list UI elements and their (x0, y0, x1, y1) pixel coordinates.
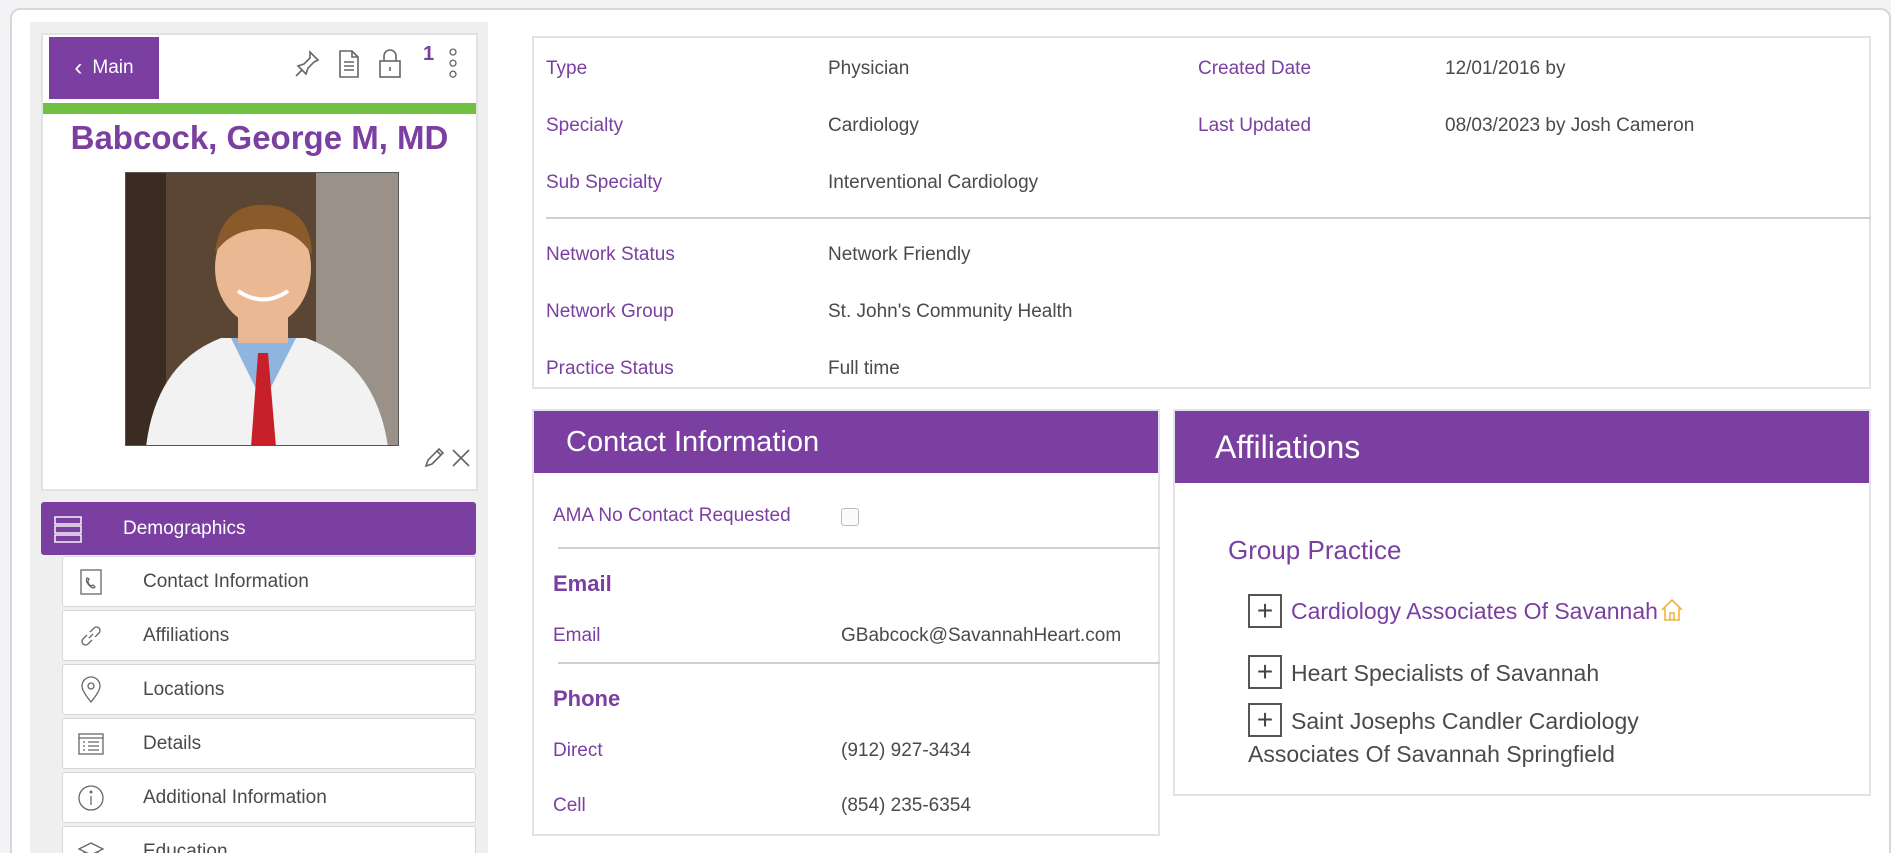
direct-phone-value[interactable]: (912) 927-3434 (841, 740, 971, 762)
created-date-label: Created Date (1198, 58, 1312, 79)
sidebar-item-label: Demographics (123, 517, 246, 539)
phone-book-icon (80, 568, 102, 595)
created-date-value: 12/01/2016 by (1445, 58, 1566, 79)
group-practice-heading: Group Practice (1228, 535, 1402, 565)
last-updated-value: 08/03/2023 by Josh Cameron (1445, 115, 1695, 136)
expand-plus-icon[interactable]: + (1248, 703, 1282, 737)
email-heading: Email (553, 571, 612, 596)
divider (558, 662, 1160, 664)
info-icon (78, 784, 104, 811)
phone-heading: Phone (553, 686, 621, 711)
affiliations-section-header: Affiliations (1175, 411, 1869, 483)
sidebar-item-additional-information[interactable]: Additional Information (62, 772, 476, 823)
sidebar-item-education[interactable]: Education (62, 826, 476, 853)
expand-plus-icon[interactable]: + (1248, 655, 1282, 689)
status-bar (43, 103, 476, 114)
back-button-label: Main (92, 57, 134, 78)
sidebar-item-contact-information[interactable]: Contact Information (62, 556, 476, 607)
document-icon[interactable] (334, 47, 364, 81)
lock-count-badge: 1 (423, 43, 435, 65)
specialty-value: Cardiology (828, 115, 919, 136)
cell-phone-label: Cell (553, 795, 586, 816)
left-panel: ‹ Main 1 Babcock, George M, MD Demograph… (30, 22, 488, 853)
edit-pencil-icon[interactable] (423, 447, 445, 469)
network-status-label: Network Status (546, 244, 675, 265)
sidebar-item-locations[interactable]: Locations (62, 664, 476, 715)
graduation-cap-icon (77, 841, 105, 853)
profile-card: ‹ Main 1 Babcock, George M, MD (41, 33, 478, 491)
more-options-icon[interactable] (443, 47, 463, 81)
physician-photo (125, 172, 399, 446)
map-pin-icon (81, 675, 101, 703)
type-value: Physician (828, 58, 910, 79)
network-group-label: Network Group (546, 301, 674, 322)
sidebar-item-demographics[interactable]: Demographics (41, 502, 476, 555)
email-value[interactable]: GBabcock@SavannahHeart.com (841, 625, 1121, 647)
expand-plus-icon[interactable]: + (1248, 594, 1282, 628)
network-group-value: St. John's Community Health (828, 301, 1073, 322)
home-icon (1661, 598, 1683, 621)
affiliations-panel: Affiliations Group Practice + Cardiology… (1173, 409, 1871, 796)
network-status-value: Network Friendly (828, 244, 971, 265)
sidebar-item-label: Locations (143, 678, 225, 700)
divider (546, 217, 1871, 219)
direct-phone-label: Direct (553, 740, 603, 761)
practice-status-label: Practice Status (546, 358, 674, 379)
email-label: Email (553, 625, 601, 646)
sidebar-item-label: Details (143, 732, 202, 754)
sidebar-item-affiliations[interactable]: Affiliations (62, 610, 476, 661)
lock-icon[interactable] (375, 47, 405, 81)
main-back-button[interactable]: ‹ Main (49, 37, 159, 99)
ama-no-contact-label: AMA No Contact Requested (553, 505, 791, 526)
practice-status-value: Full time (828, 358, 900, 379)
sidebar-item-details[interactable]: Details (62, 718, 476, 769)
sidebar-item-label: Additional Information (143, 786, 327, 808)
chevron-left-icon: ‹ (74, 54, 83, 81)
sidebar-item-label: Contact Information (143, 570, 309, 592)
sidebar-item-label: Education (143, 840, 228, 853)
link-icon (81, 625, 101, 646)
remove-photo-icon[interactable] (450, 447, 472, 469)
cell-phone-value[interactable]: (854) 235-6354 (841, 795, 971, 817)
ama-no-contact-checkbox[interactable] (841, 508, 859, 526)
affiliation-item[interactable]: Heart Specialists of Savannah (1291, 660, 1599, 687)
type-label: Type (546, 58, 588, 79)
last-updated-label: Last Updated (1198, 115, 1312, 136)
sub-specialty-value: Interventional Cardiology (828, 172, 1039, 193)
affiliation-item[interactable]: Saint Josephs Candler Cardiology (1291, 708, 1639, 735)
list-stack-icon (54, 515, 82, 543)
contact-section-header: Contact Information (534, 411, 1158, 473)
affiliation-link-primary[interactable]: Cardiology Associates Of Savannah (1291, 598, 1658, 625)
pin-icon[interactable] (293, 47, 323, 81)
divider (558, 547, 1160, 549)
physician-name: Babcock, George M, MD (70, 119, 449, 156)
details-list-icon (78, 732, 104, 755)
sub-specialty-label: Sub Specialty (546, 172, 663, 193)
contact-information-panel: Contact Information AMA No Contact Reque… (532, 409, 1160, 836)
affiliation-item-continued[interactable]: Associates Of Savannah Springfield (1248, 741, 1615, 768)
sidebar-item-label: Affiliations (143, 624, 230, 646)
summary-panel: Type Physician Created Date 12/01/2016 b… (532, 36, 1871, 389)
specialty-label: Specialty (546, 115, 624, 136)
